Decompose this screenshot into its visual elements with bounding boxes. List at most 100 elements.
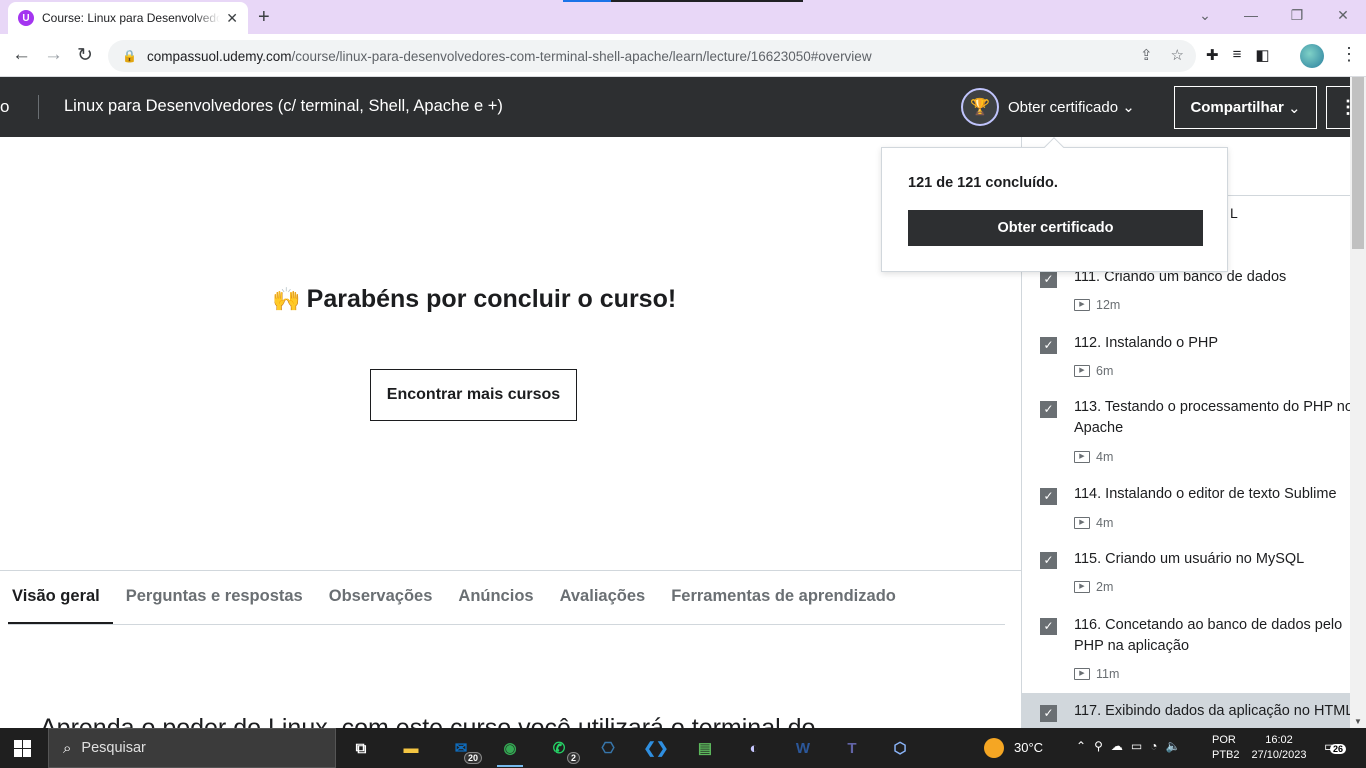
- reload-icon[interactable]: ↻: [77, 44, 93, 67]
- get-certificate-dropdown[interactable]: Obter certificado ⌄: [1008, 98, 1135, 116]
- chrome-icon[interactable]: ◉: [497, 736, 523, 767]
- lecture-item[interactable]: ✓ 112. Instalando o PHP ▶ 6m: [1022, 321, 1350, 385]
- page-scrollbar[interactable]: ▼: [1350, 77, 1366, 728]
- back-arrow-icon[interactable]: ←: [12, 44, 31, 66]
- tab-search-icon[interactable]: ⌄: [1182, 0, 1228, 32]
- restore-icon[interactable]: ❐: [1274, 0, 1320, 32]
- checkbox-checked-icon[interactable]: ✓: [1040, 401, 1057, 418]
- lecture-title: 114. Instalando o editor de texto Sublim…: [1074, 486, 1337, 502]
- windows-start-icon[interactable]: [14, 740, 31, 757]
- virtualbox-icon[interactable]: ⬡: [887, 736, 913, 760]
- lang-line1: POR: [1212, 734, 1236, 746]
- share-page-icon[interactable]: ⇪: [1140, 46, 1153, 64]
- volume-icon[interactable]: 🔈: [1165, 739, 1180, 753]
- lecture-item[interactable]: ✓ 114. Instalando o editor de texto Subl…: [1022, 473, 1350, 537]
- share-button[interactable]: Compartilhar ⌄: [1174, 86, 1317, 129]
- lecture-duration: ▶ 6m: [1074, 364, 1113, 378]
- python-icon[interactable]: ⎔: [595, 736, 621, 760]
- certificate-popover: 121 de 121 concluído. Obter certificado: [881, 137, 1228, 272]
- network-icon[interactable]: ⚲: [1094, 739, 1103, 753]
- course-content-area: 🙌 Parabéns por concluir o curso! Encontra…: [0, 137, 1021, 742]
- lecture-duration: ▶ 4m: [1074, 450, 1113, 464]
- windows-taskbar: ⌕ Pesquisar ⧉ ▬ ✉ 20 ◉ ✆ 2 ⎔ ❮❯ ▤ ◐ W T ⬡ …: [0, 728, 1366, 768]
- lock-icon[interactable]: 🔒: [122, 49, 137, 63]
- lecture-item[interactable]: ✓ 113. Testando o processamento do PHP n…: [1022, 385, 1350, 473]
- course-title[interactable]: Linux para Desenvolvedores (c/ terminal,…: [64, 97, 503, 116]
- duration-text: 12m: [1096, 298, 1121, 312]
- header-logo-fragment[interactable]: o: [0, 97, 9, 117]
- video-icon: ▶: [1074, 299, 1090, 311]
- lecture-item-current[interactable]: ✓ 117. Exibindo dados da aplicação no HT…: [1022, 693, 1350, 728]
- temperature[interactable]: 30°C: [1014, 740, 1043, 755]
- share-label: Compartilhar: [1190, 99, 1284, 116]
- reading-list-icon[interactable]: ≡: [1233, 46, 1242, 64]
- side-panel-icon[interactable]: ◧: [1255, 46, 1269, 64]
- clock[interactable]: 16:02 27/10/2023: [1248, 733, 1310, 763]
- bookmark-star-icon[interactable]: ☆: [1171, 46, 1184, 64]
- checkbox-checked-icon[interactable]: ✓: [1040, 271, 1057, 288]
- teams-icon[interactable]: T: [839, 736, 865, 760]
- chevron-down-icon: ⌄: [1287, 99, 1301, 117]
- scrollbar-thumb[interactable]: [1352, 77, 1364, 249]
- notification-center-icon[interactable]: ▭26: [1324, 738, 1347, 755]
- checkbox-checked-icon[interactable]: ✓: [1040, 552, 1057, 569]
- get-certificate-button[interactable]: Obter certificado: [908, 210, 1203, 246]
- tab-learning-tools[interactable]: Ferramentas de aprendizado: [658, 571, 909, 624]
- whatsapp-icon[interactable]: ✆ 2: [546, 736, 580, 764]
- congrats-text: Parabéns por concluir o curso!: [306, 285, 677, 313]
- lecture-title: 113. Testando o processamento do PHP no …: [1074, 399, 1350, 436]
- chevron-up-icon[interactable]: ⌃: [1076, 739, 1086, 753]
- find-more-courses-button[interactable]: Encontrar mais cursos: [370, 369, 577, 421]
- lecture-duration: ▶ 11m: [1074, 667, 1119, 681]
- window-close-icon[interactable]: ✕: [1320, 0, 1366, 32]
- weather-sun-icon[interactable]: [984, 738, 1004, 758]
- browser-tab[interactable]: U Course: Linux para Desenvolvedores ✕: [8, 2, 248, 34]
- scroll-down-icon[interactable]: ▼: [1354, 717, 1362, 726]
- new-tab-icon[interactable]: +: [258, 6, 270, 29]
- vscode-icon[interactable]: ❮❯: [643, 736, 669, 760]
- checkbox-checked-icon[interactable]: ✓: [1040, 705, 1057, 722]
- onedrive-cloud-icon[interactable]: ☁: [1111, 739, 1123, 753]
- tab-qa[interactable]: Perguntas e respostas: [113, 571, 316, 624]
- lecture-duration: ▶ 12m: [1074, 298, 1120, 312]
- tab-notes[interactable]: Observações: [316, 571, 446, 624]
- battery-icon[interactable]: ▭: [1131, 739, 1142, 753]
- file-explorer-icon[interactable]: ▬: [398, 736, 424, 760]
- address-bar[interactable]: 🔒 compassuol.udemy.com/course/linux-para…: [108, 40, 1196, 72]
- keyboard-language[interactable]: POR PTB2: [1212, 733, 1240, 763]
- video-icon: ▶: [1074, 365, 1090, 377]
- video-icon: ▶: [1074, 668, 1090, 680]
- duration-text: 2m: [1096, 580, 1114, 594]
- lecture-title: 116. Concetando ao banco de dados pelo P…: [1074, 617, 1343, 654]
- tab-overview[interactable]: Visão geral: [8, 571, 113, 624]
- word-icon[interactable]: W: [790, 736, 816, 760]
- checkbox-checked-icon[interactable]: ✓: [1040, 618, 1057, 635]
- task-view-icon[interactable]: ⧉: [348, 736, 374, 760]
- minimize-icon[interactable]: —: [1228, 0, 1274, 32]
- duration-text: 6m: [1096, 364, 1114, 378]
- tab-reviews[interactable]: Avaliações: [547, 571, 659, 624]
- profile-avatar[interactable]: [1300, 44, 1324, 68]
- notepad-icon[interactable]: ▤: [692, 736, 718, 760]
- course-tabs: Visão geral Perguntas e respostas Observ…: [8, 571, 1005, 625]
- extension-icons: ✚ ≡ ◧: [1206, 46, 1270, 64]
- lecture-item[interactable]: ✓ 115. Criando um usuário no MySQL ▶ 2m: [1022, 537, 1350, 603]
- whatsapp-badge: 2: [566, 752, 580, 764]
- extensions-puzzle-icon[interactable]: ✚: [1206, 46, 1219, 64]
- header-divider: [38, 95, 39, 119]
- lecture-duration: ▶ 4m: [1074, 516, 1113, 530]
- eclipse-icon[interactable]: ◐: [741, 736, 767, 760]
- forward-arrow-icon[interactable]: →: [44, 44, 63, 66]
- tab-announcements[interactable]: Anúncios: [445, 571, 546, 624]
- browser-menu-icon[interactable]: ⋮: [1340, 44, 1358, 65]
- taskbar-search-box[interactable]: ⌕ Pesquisar: [48, 728, 336, 768]
- wifi-icon[interactable]: ◔: [1150, 739, 1157, 753]
- trophy-icon[interactable]: 🏆: [961, 88, 999, 126]
- checkbox-checked-icon[interactable]: ✓: [1040, 337, 1057, 354]
- get-certificate-label: Obter certificado: [1008, 99, 1119, 116]
- lecture-item[interactable]: ✓ 116. Concetando ao banco de dados pelo…: [1022, 603, 1350, 693]
- mail-icon[interactable]: ✉ 20: [448, 736, 482, 764]
- tab-close-icon[interactable]: ✕: [226, 10, 238, 27]
- loading-indicator: [563, 0, 803, 2]
- checkbox-checked-icon[interactable]: ✓: [1040, 488, 1057, 505]
